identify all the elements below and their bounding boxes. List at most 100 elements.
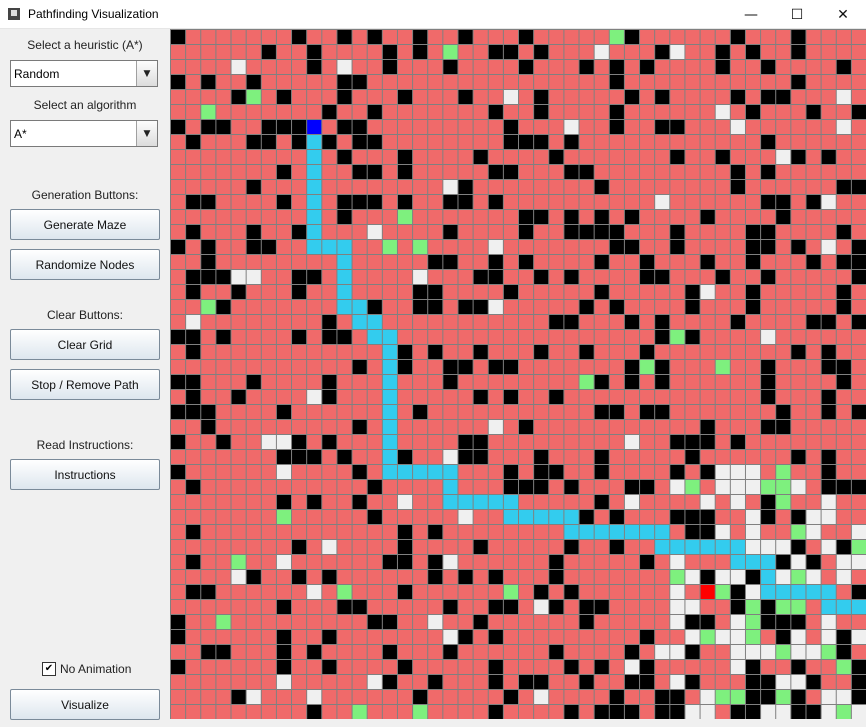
grid-cell-visited[interactable]: [609, 555, 624, 569]
grid-cell-visited[interactable]: [821, 45, 836, 59]
grid-cell-path[interactable]: [458, 495, 473, 509]
grid-cell-visited[interactable]: [488, 450, 503, 464]
grid-cell-open[interactable]: [276, 555, 292, 569]
grid-cell-visited[interactable]: [640, 390, 655, 404]
grid-cell-visited[interactable]: [367, 180, 382, 194]
grid-cell-frontier[interactable]: [715, 360, 730, 374]
grid-cell-open[interactable]: [624, 435, 640, 449]
grid-cell-visited[interactable]: [171, 300, 186, 314]
grid-cell-visited[interactable]: [730, 390, 745, 404]
grid-cell-visited[interactable]: [261, 270, 276, 284]
grid-cell-visited[interactable]: [549, 435, 564, 449]
grid-cell-visited[interactable]: [473, 120, 488, 134]
grid-cell-wall[interactable]: [821, 315, 836, 329]
grid-cell-visited[interactable]: [851, 495, 866, 509]
grid-cell-wall[interactable]: [579, 300, 594, 314]
grid-cell-visited[interactable]: [382, 75, 397, 89]
grid-cell-visited[interactable]: [397, 615, 413, 629]
grid-cell-visited[interactable]: [458, 585, 473, 599]
grid-cell-wall[interactable]: [609, 75, 624, 89]
grid-cell-wall[interactable]: [443, 645, 458, 659]
grid-cell-visited[interactable]: [791, 300, 806, 314]
grid-cell-visited[interactable]: [730, 285, 745, 299]
grid-cell-visited[interactable]: [821, 105, 836, 119]
grid-cell-visited[interactable]: [534, 375, 549, 389]
grid-cell-wall[interactable]: [519, 675, 534, 689]
grid-cell-visited[interactable]: [428, 45, 443, 59]
grid-cell-visited[interactable]: [821, 225, 836, 239]
grid-cell-open[interactable]: [806, 525, 821, 539]
grid-cell-wall[interactable]: [488, 360, 503, 374]
grid-cell-visited[interactable]: [791, 495, 806, 509]
grid-cell-wall[interactable]: [473, 540, 488, 554]
grid-cell-path[interactable]: [337, 300, 352, 314]
grid-cell-visited[interactable]: [488, 330, 503, 344]
grid-cell-visited[interactable]: [730, 210, 745, 224]
grid-cell-visited[interactable]: [307, 375, 322, 389]
grid-cell-visited[interactable]: [307, 90, 322, 104]
grid-cell-visited[interactable]: [640, 105, 655, 119]
grid-cell-wall[interactable]: [851, 105, 866, 119]
grid-cell-visited[interactable]: [231, 435, 246, 449]
grid-cell-visited[interactable]: [397, 435, 413, 449]
grid-cell-visited[interactable]: [745, 90, 761, 104]
grid-cell-frontier[interactable]: [821, 645, 836, 659]
grid-cell-visited[interactable]: [806, 285, 821, 299]
grid-cell-visited[interactable]: [776, 300, 791, 314]
grid-cell-visited[interactable]: [201, 660, 216, 674]
grid-cell-wall[interactable]: [216, 435, 231, 449]
grid-cell-visited[interactable]: [458, 390, 473, 404]
grid-cell-open[interactable]: [821, 495, 836, 509]
grid-cell-visited[interactable]: [624, 60, 640, 74]
grid-cell-visited[interactable]: [519, 600, 534, 614]
grid-cell-visited[interactable]: [549, 450, 564, 464]
grid-cell-visited[interactable]: [564, 450, 579, 464]
grid-cell-visited[interactable]: [292, 75, 307, 89]
grid-cell-visited[interactable]: [670, 75, 685, 89]
grid-cell-wall[interactable]: [337, 450, 352, 464]
grid-cell-wall[interactable]: [791, 615, 806, 629]
grid-cell-path[interactable]: [382, 465, 397, 479]
grid-cell-visited[interactable]: [216, 375, 231, 389]
grid-cell-wall[interactable]: [851, 690, 866, 704]
grid-cell-wall[interactable]: [443, 360, 458, 374]
grid-cell-open[interactable]: [730, 630, 745, 644]
grid-cell-visited[interactable]: [216, 135, 231, 149]
grid-cell-path[interactable]: [715, 540, 730, 554]
grid-cell-visited[interactable]: [201, 45, 216, 59]
grid-cell-visited[interactable]: [367, 60, 382, 74]
grid-cell-visited[interactable]: [655, 495, 670, 509]
grid-cell-visited[interactable]: [337, 375, 352, 389]
grid-cell-visited[interactable]: [322, 120, 337, 134]
grid-cell-visited[interactable]: [609, 285, 624, 299]
grid-cell-frontier[interactable]: [276, 510, 292, 524]
grid-cell-path[interactable]: [382, 390, 397, 404]
grid-cell-path[interactable]: [307, 135, 322, 149]
grid-cell-visited[interactable]: [443, 615, 458, 629]
grid-cell-visited[interactable]: [261, 105, 276, 119]
grid-cell-visited[interactable]: [564, 645, 579, 659]
grid-cell-visited[interactable]: [231, 135, 246, 149]
grid-cell-visited[interactable]: [337, 570, 352, 584]
grid-cell-visited[interactable]: [171, 675, 186, 689]
grid-cell-visited[interactable]: [261, 615, 276, 629]
grid-cell-wall[interactable]: [609, 300, 624, 314]
grid-cell-visited[interactable]: [382, 600, 397, 614]
grid-cell-visited[interactable]: [382, 165, 397, 179]
grid-cell-visited[interactable]: [519, 495, 534, 509]
grid-cell-wall[interactable]: [488, 270, 503, 284]
grid-cell-visited[interactable]: [292, 315, 307, 329]
grid-cell-frontier[interactable]: [201, 300, 216, 314]
grid-cell-visited[interactable]: [806, 345, 821, 359]
grid-cell-visited[interactable]: [836, 495, 851, 509]
grid-cell-visited[interactable]: [700, 105, 715, 119]
grid-cell-visited[interactable]: [261, 450, 276, 464]
grid-cell-visited[interactable]: [806, 30, 821, 44]
grid-cell-visited[interactable]: [579, 435, 594, 449]
grid-cell-visited[interactable]: [655, 345, 670, 359]
grid-cell-visited[interactable]: [836, 525, 851, 539]
grid-cell-wall[interactable]: [685, 645, 700, 659]
grid-cell-visited[interactable]: [428, 120, 443, 134]
grid-cell-wall[interactable]: [685, 300, 700, 314]
grid-cell-visited[interactable]: [428, 420, 443, 434]
